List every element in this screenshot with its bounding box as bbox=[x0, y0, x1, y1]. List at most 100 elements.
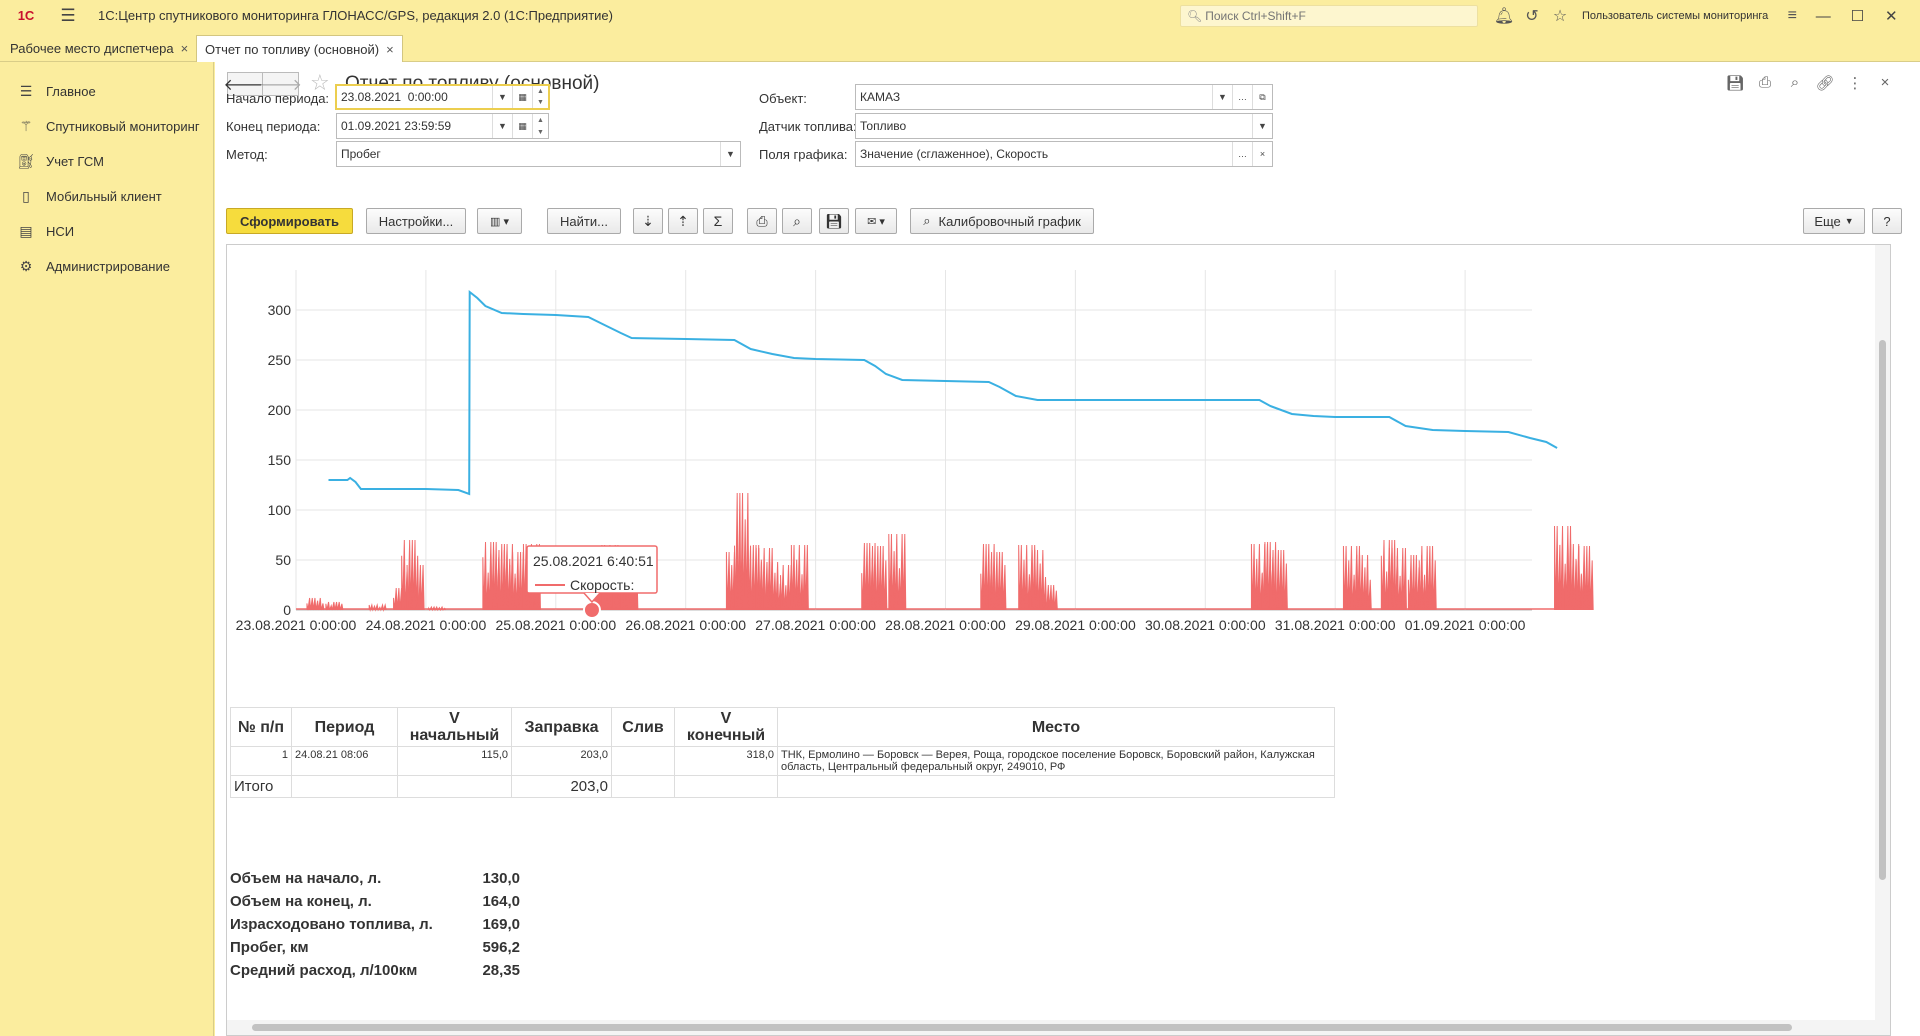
calendar-icon[interactable]: ▦ bbox=[512, 114, 532, 138]
generate-button[interactable]: Сформировать bbox=[226, 208, 353, 234]
object-input[interactable] bbox=[856, 90, 1212, 104]
books-icon: ▤ bbox=[19, 223, 33, 239]
scroll-thumb[interactable] bbox=[252, 1024, 1792, 1031]
chart-fields-input[interactable] bbox=[856, 147, 1232, 161]
vertical-scrollbar[interactable] bbox=[1875, 245, 1890, 1035]
maximize-icon[interactable]: ☐ bbox=[1840, 7, 1874, 25]
chevron-down-icon[interactable]: ▼ bbox=[720, 142, 740, 166]
y-tick-label: 300 bbox=[268, 302, 292, 318]
minimize-icon[interactable]: — bbox=[1806, 8, 1840, 25]
settings-menu-icon[interactable]: ≡ bbox=[1778, 7, 1806, 25]
search-icon: 🔍︎ bbox=[1187, 9, 1203, 23]
sidebar-item-mobile[interactable]: ▯ Мобильный клиент bbox=[0, 179, 213, 214]
chevron-down-icon[interactable]: ▼ bbox=[492, 86, 512, 108]
sidebar-item-main[interactable]: ☰ Главное bbox=[0, 74, 213, 109]
horizontal-scrollbar[interactable] bbox=[227, 1020, 1890, 1035]
tab-fuel-report[interactable]: Отчет по топливу (основной) × bbox=[196, 35, 403, 62]
close-tab-icon[interactable]: × bbox=[386, 42, 394, 57]
search-input[interactable] bbox=[1205, 9, 1466, 23]
calendar-icon[interactable]: ▦ bbox=[512, 86, 532, 108]
summary-key: Объем на начало, л. bbox=[230, 870, 382, 887]
main-menu-icon[interactable]: ☰ bbox=[58, 6, 78, 26]
calibration-chart-button[interactable]: ⌕ Калибровочный график bbox=[910, 208, 1094, 234]
sidebar-item-label: Администрирование bbox=[46, 259, 170, 274]
chevron-down-icon[interactable]: ▼ bbox=[1252, 114, 1272, 138]
save-icon[interactable]: 💾︎ bbox=[819, 208, 849, 234]
speed-burst bbox=[1418, 545, 1437, 611]
select-dots-icon[interactable]: … bbox=[1232, 142, 1252, 166]
settings-button[interactable]: Настройки... bbox=[366, 208, 466, 234]
chevron-down-icon[interactable]: ▼ bbox=[1212, 85, 1232, 109]
expand-groups-icon[interactable]: ⇣ bbox=[633, 208, 663, 234]
start-period-input[interactable] bbox=[337, 90, 492, 104]
speed-burst bbox=[763, 561, 782, 611]
chevron-down-icon[interactable]: ▼ bbox=[492, 114, 512, 138]
print-icon[interactable]: ⎙ bbox=[747, 208, 777, 234]
spin-icon[interactable]: ▲ ▼ bbox=[532, 86, 548, 108]
find-button[interactable]: Найти... bbox=[547, 208, 621, 234]
start-period-field[interactable]: ▼ ▦ ▲▼ bbox=[335, 84, 550, 110]
total-empty bbox=[397, 775, 512, 798]
close-window-icon[interactable]: ✕ bbox=[1874, 7, 1908, 25]
more-vertical-icon[interactable]: ⋮ bbox=[1840, 74, 1870, 92]
method-input[interactable] bbox=[337, 147, 720, 161]
spin-icon[interactable]: ▲ ▼ bbox=[532, 114, 548, 138]
help-button[interactable]: ? bbox=[1872, 208, 1902, 234]
total-label: Итого bbox=[230, 775, 292, 798]
email-button[interactable]: ✉ ▾ bbox=[855, 208, 897, 234]
select-dots-icon[interactable]: … bbox=[1232, 85, 1252, 109]
chart-fields-field[interactable]: … × bbox=[855, 141, 1273, 167]
history-icon[interactable]: ↺ bbox=[1518, 6, 1546, 26]
table-row[interactable]: 1 24.08.21 08:06 115,0 203,0 318,0 ТНК, … bbox=[230, 746, 1335, 776]
summary-key: Пробег, км bbox=[230, 939, 309, 956]
user-name[interactable]: Пользователь системы мониторинга bbox=[1582, 10, 1768, 22]
search-box[interactable]: 🔍︎ bbox=[1180, 5, 1478, 27]
end-period-field[interactable]: ▼ ▦ ▲▼ bbox=[336, 113, 549, 139]
speed-burst bbox=[1575, 545, 1594, 611]
fuel-sensor-input[interactable] bbox=[856, 119, 1252, 133]
close-form-icon[interactable]: × bbox=[1870, 74, 1900, 92]
method-field[interactable]: ▼ bbox=[336, 141, 741, 167]
x-tick-label: 27.08.2021 0:00:00 bbox=[755, 617, 876, 633]
preview-icon[interactable]: ⌕ bbox=[782, 208, 812, 234]
collapse-groups-icon[interactable]: ⇡ bbox=[668, 208, 698, 234]
sidebar-item-satellite[interactable]: ⚚ Спутниковый мониторинг bbox=[0, 109, 213, 144]
open-icon[interactable]: ⧉ bbox=[1252, 85, 1272, 109]
x-tick-label: 26.08.2021 0:00:00 bbox=[625, 617, 746, 633]
fuel-chart[interactable]: 0 50 100 150 200 250 300 23.08.2021 0:00:00 24.0… bbox=[227, 245, 1877, 705]
open-tabs-bar: Рабочее место диспетчера × Отчет по топл… bbox=[0, 31, 1920, 62]
sidebar: ☰ Главное ⚚ Спутниковый мониторинг ⛽︎ Учет … bbox=[0, 62, 214, 1036]
sum-icon[interactable]: Σ bbox=[703, 208, 733, 234]
bell-icon[interactable]: 🔔︎ bbox=[1490, 6, 1518, 26]
app-title: 1С:Центр спутникового мониторинга ГЛОНАС… bbox=[98, 8, 613, 23]
close-tab-icon[interactable]: × bbox=[181, 41, 189, 56]
cell-v-end: 318,0 bbox=[674, 746, 778, 776]
scroll-thumb[interactable] bbox=[1879, 340, 1886, 880]
end-period-input[interactable] bbox=[337, 119, 492, 133]
object-field[interactable]: ▼ … ⧉ bbox=[855, 84, 1273, 110]
save-icon[interactable]: 💾︎ bbox=[1720, 74, 1750, 92]
sidebar-item-label: Спутниковый мониторинг bbox=[46, 119, 200, 134]
col-place: Место bbox=[777, 707, 1335, 747]
tab-dispatcher[interactable]: Рабочее место диспетчера × bbox=[2, 35, 196, 62]
link-icon[interactable]: 🔗︎ bbox=[1810, 74, 1840, 92]
fuel-pump-icon: ⛽︎ bbox=[17, 153, 35, 169]
summary-key: Израсходовано топлива, л. bbox=[230, 916, 433, 933]
sidebar-item-label: Главное bbox=[46, 84, 96, 99]
more-button[interactable]: Еще ▼ bbox=[1803, 208, 1865, 234]
sidebar-item-fuel[interactable]: ⛽︎ Учет ГСМ bbox=[0, 144, 213, 179]
print-icon[interactable]: ⎙ bbox=[1750, 74, 1780, 92]
fuel-sensor-field[interactable]: ▼ bbox=[855, 113, 1273, 139]
summary-row: Объем на начало, л. 130,0 bbox=[230, 867, 520, 890]
star-icon[interactable]: ☆ bbox=[1546, 6, 1574, 26]
clear-icon[interactable]: × bbox=[1252, 142, 1272, 166]
variants-button[interactable]: ▥ ▾ bbox=[477, 208, 522, 234]
total-empty bbox=[674, 775, 778, 798]
report-area[interactable]: 0 50 100 150 200 250 300 23.08.2021 0:00:00 24.0… bbox=[226, 244, 1891, 1036]
mobile-phone-icon: ▯ bbox=[22, 188, 30, 204]
sidebar-item-nsi[interactable]: ▤ НСИ bbox=[0, 214, 213, 249]
preview-icon[interactable]: ⌕ bbox=[1780, 74, 1810, 92]
tooltip-marker bbox=[582, 601, 601, 619]
sidebar-item-admin[interactable]: ⚙ Администрирование bbox=[0, 249, 213, 284]
summary-block: Объем на начало, л. 130,0 Объем на конец,… bbox=[230, 867, 520, 982]
